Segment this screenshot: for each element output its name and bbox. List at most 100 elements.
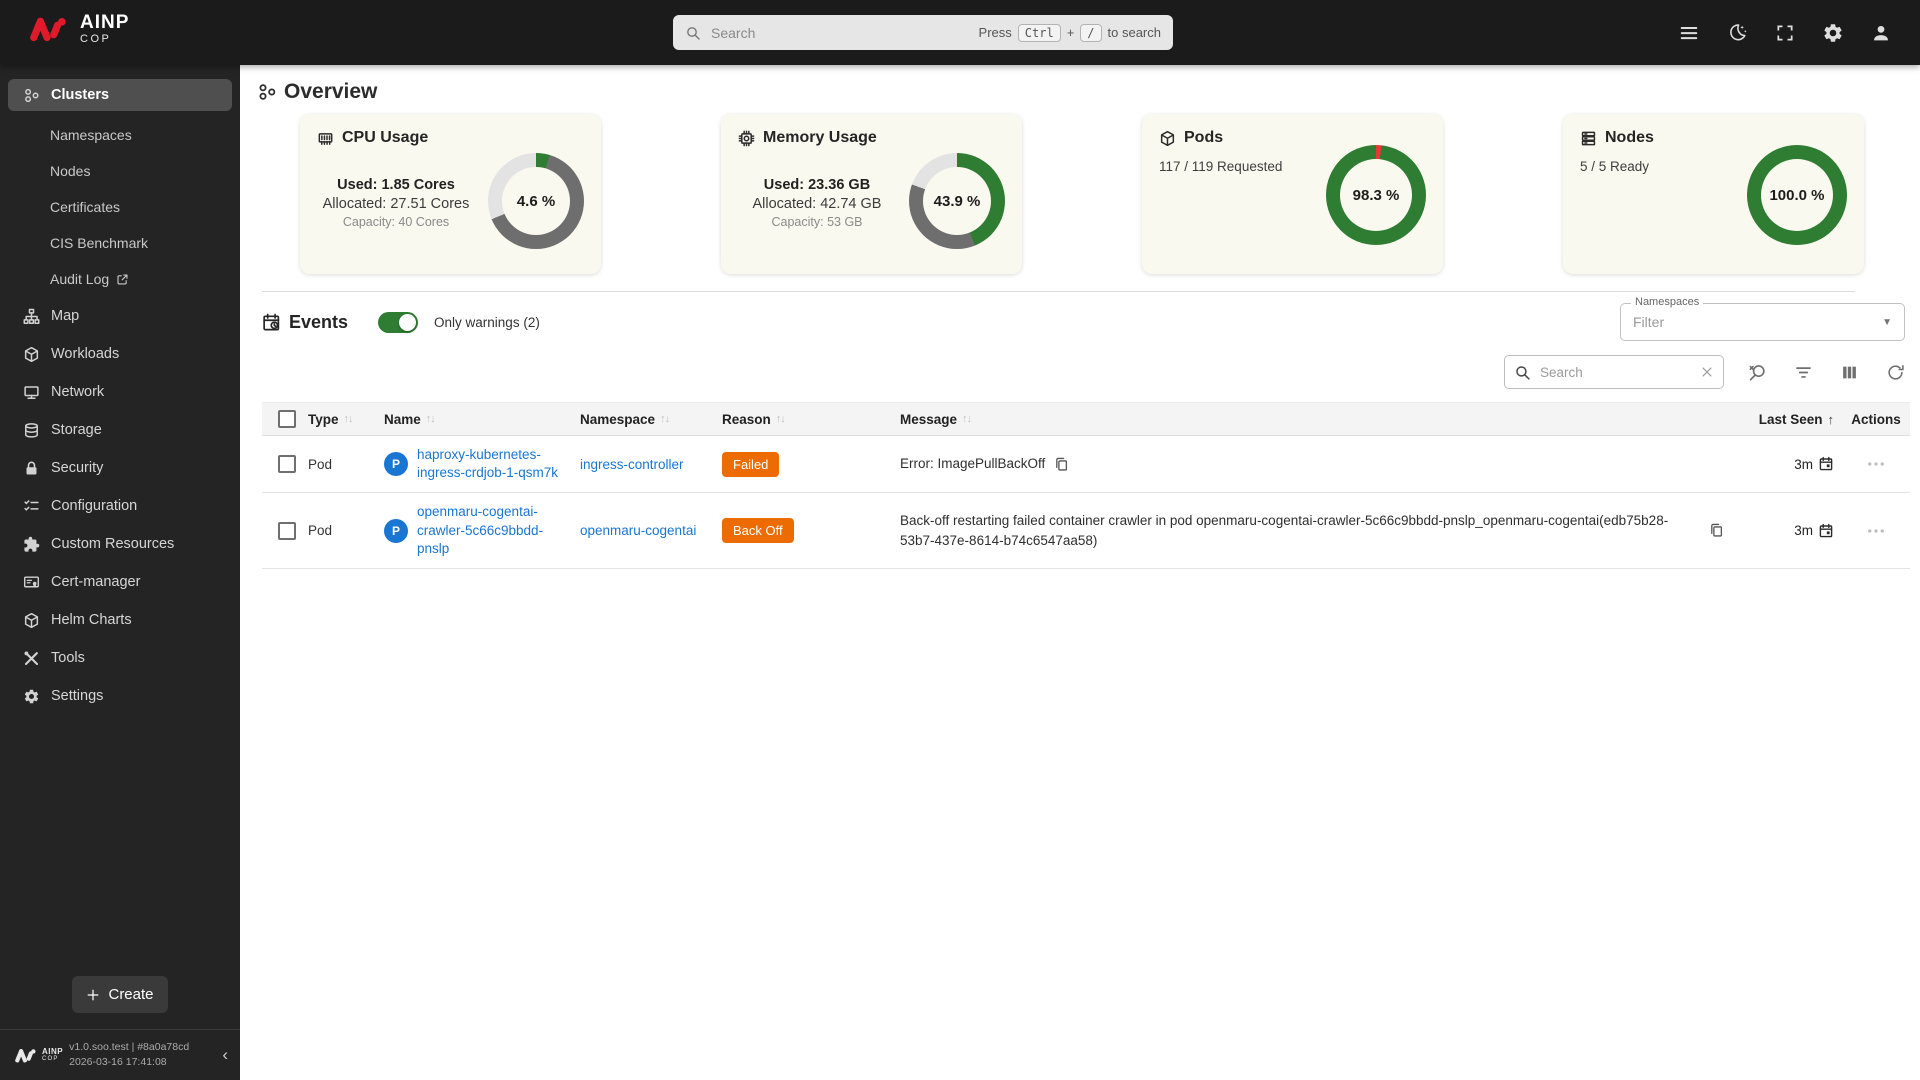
sort-icon[interactable]: ↑↓ xyxy=(776,413,786,425)
last-seen-value: 3m xyxy=(1794,456,1813,472)
overview-cards: CPU Usage Used: 1.85 Cores Allocated: 27… xyxy=(300,114,1864,274)
memory-capacity: Capacity: 53 GB xyxy=(771,215,863,229)
sidebar-item-cis-benchmark[interactable]: CIS Benchmark xyxy=(0,225,240,261)
sidebar-item-storage[interactable]: Storage xyxy=(0,411,240,449)
sidebar-item-label: Security xyxy=(51,460,104,476)
table-row: Pod P openmaru-cogentai-crawler-5c66c9bb… xyxy=(262,493,1910,570)
sidebar-item-settings[interactable]: Settings xyxy=(0,677,240,715)
namespace-link[interactable]: openmaru-cogentai xyxy=(580,523,696,538)
column-header-name[interactable]: Name ↑↓ xyxy=(380,405,576,434)
top-bar: AINP COP Press Ctrl + / to search xyxy=(0,0,1920,65)
search-off-icon xyxy=(1749,364,1765,380)
logo-secondary: COP xyxy=(80,33,112,45)
column-header-reason[interactable]: Reason ↑↓ xyxy=(718,405,896,434)
refresh-button[interactable] xyxy=(1882,359,1908,385)
search-settings-button[interactable] xyxy=(1744,359,1770,385)
column-header-namespace[interactable]: Namespace ↑↓ xyxy=(576,405,718,434)
sidebar-item-nodes[interactable]: Nodes xyxy=(0,153,240,189)
copy-icon xyxy=(1711,524,1723,537)
sidebar-item-clusters[interactable]: Clusters xyxy=(8,79,232,111)
sidebar-item-audit-log[interactable]: Audit Log xyxy=(0,261,240,297)
sidebar-collapse-button[interactable]: ‹ xyxy=(218,1045,232,1065)
column-label: Type xyxy=(308,411,339,427)
pods-cube-icon xyxy=(1159,130,1176,147)
more-dots-icon xyxy=(1868,529,1884,533)
last-seen-value: 3m xyxy=(1794,523,1813,539)
event-message: Back-off restarting failed container cra… xyxy=(900,512,1669,548)
events-search[interactable] xyxy=(1504,355,1724,389)
sidebar-item-cert-manager[interactable]: Cert-manager xyxy=(0,563,240,601)
column-label: Namespace xyxy=(580,411,656,427)
sort-icon[interactable]: ↑↓ xyxy=(660,413,670,425)
sidebar-item-map[interactable]: Map xyxy=(0,297,240,335)
app-logo[interactable]: AINP COP xyxy=(28,13,129,45)
events-search-input[interactable] xyxy=(1538,363,1693,381)
footer-logo-text: AINP COP xyxy=(42,1048,63,1063)
checklist-icon xyxy=(23,498,40,515)
event-type: Pod xyxy=(308,523,333,539)
sidebar-item-configuration[interactable]: Configuration xyxy=(0,487,240,525)
settings-button[interactable] xyxy=(1818,18,1848,48)
hint-press: Press xyxy=(978,25,1012,40)
cluster-icon xyxy=(23,87,40,104)
footer-logo-secondary: COP xyxy=(42,1056,59,1062)
lock-icon xyxy=(23,460,40,477)
logo-primary: AINP xyxy=(80,12,130,33)
pods-card: Pods 117 / 119 Requested 98.3 % xyxy=(1142,114,1443,274)
sort-icon[interactable]: ↑↓ xyxy=(426,413,436,425)
select-all-checkbox[interactable] xyxy=(278,410,296,428)
puzzle-icon xyxy=(23,536,40,553)
menu-button[interactable] xyxy=(1674,18,1704,48)
build-timestamp: 2026-03-16 17:41:08 xyxy=(69,1056,167,1068)
column-header-type[interactable]: Type ↑↓ xyxy=(304,405,380,434)
create-button[interactable]: Create xyxy=(72,976,168,1013)
namespaces-filter-select[interactable]: Namespaces Filter ▼ xyxy=(1620,296,1905,341)
sidebar-item-certificates[interactable]: Certificates xyxy=(0,189,240,225)
sidebar-item-custom-resources[interactable]: Custom Resources xyxy=(0,525,240,563)
row-actions-menu[interactable] xyxy=(1842,511,1910,551)
clear-search-icon[interactable] xyxy=(1700,365,1714,379)
pod-name-link[interactable]: haproxy-kubernetes-ingress-crdjob-1-qsm7… xyxy=(417,446,571,482)
row-actions-menu[interactable] xyxy=(1842,444,1910,484)
column-header-last-seen[interactable]: Last Seen ↑ xyxy=(1750,405,1842,434)
columns-button[interactable] xyxy=(1836,359,1862,385)
pod-name-link[interactable]: openmaru-cogentai-crawler-5c66c9bbdd-pns… xyxy=(417,503,571,558)
namespaces-filter-label: Namespaces xyxy=(1631,296,1704,308)
sidebar-item-network[interactable]: Network xyxy=(0,373,240,411)
filter-button[interactable] xyxy=(1790,359,1816,385)
sidebar-item-namespaces[interactable]: Namespaces xyxy=(0,117,240,153)
global-search-input[interactable] xyxy=(709,23,971,42)
copy-message-button[interactable] xyxy=(1054,457,1069,472)
slash-key: / xyxy=(1080,23,1102,42)
account-button[interactable] xyxy=(1866,18,1896,48)
sort-icon[interactable]: ↑↓ xyxy=(344,413,354,425)
global-search[interactable]: Press Ctrl + / to search xyxy=(673,15,1173,50)
chevron-down-icon: ▼ xyxy=(1882,316,1892,328)
sort-ascending-icon[interactable]: ↑ xyxy=(1828,412,1835,427)
only-warnings-toggle[interactable] xyxy=(378,311,419,333)
columns-icon xyxy=(1842,366,1856,378)
cpu-used: Used: 1.85 Cores xyxy=(337,177,455,193)
card-title-label: Memory Usage xyxy=(763,129,877,146)
moon-stars-icon xyxy=(1730,23,1747,40)
sidebar-item-helm-charts[interactable]: Helm Charts xyxy=(0,601,240,639)
cpu-capacity: Capacity: 40 Cores xyxy=(342,215,450,229)
fullscreen-button[interactable] xyxy=(1770,18,1800,48)
row-checkbox[interactable] xyxy=(278,521,296,540)
row-checkbox[interactable] xyxy=(278,455,296,474)
dark-mode-toggle[interactable] xyxy=(1722,18,1752,48)
namespace-link[interactable]: ingress-controller xyxy=(580,457,684,472)
sidebar-item-security[interactable]: Security xyxy=(0,449,240,487)
column-header-message[interactable]: Message ↑↓ xyxy=(896,405,1750,434)
last-seen-calendar-icon xyxy=(1818,456,1834,472)
sort-icon[interactable]: ↑↓ xyxy=(962,413,972,425)
sidebar-item-label: Map xyxy=(51,308,80,324)
pod-kind-badge: P xyxy=(384,452,408,477)
namespaces-filter-value: Filter xyxy=(1633,314,1665,330)
brand-mark-icon xyxy=(15,1048,36,1062)
sidebar-item-workloads[interactable]: Workloads xyxy=(0,335,240,373)
sidebar-footer: AINP COP v1.0.soo.test | #8a0a78cd 2026-… xyxy=(0,1029,240,1080)
copy-message-button[interactable] xyxy=(1709,523,1724,538)
events-calendar-icon xyxy=(263,313,280,330)
sidebar-item-tools[interactable]: Tools xyxy=(0,639,240,677)
